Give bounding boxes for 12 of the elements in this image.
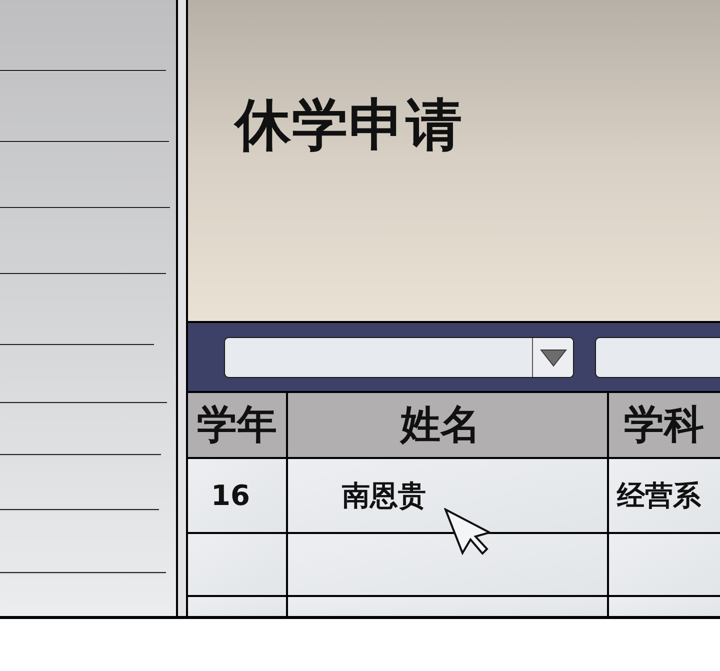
column-header: 学科 [609,393,720,457]
table-cell: 经营系 [609,459,720,532]
column-header: 学年 [188,393,288,457]
dropdown-button[interactable] [532,338,573,377]
dropdown-field[interactable] [224,337,574,378]
table-cell: 南恩贵 [288,459,609,532]
table-cell: 16 [188,459,288,532]
cursor-icon [444,508,491,555]
caret-icon [540,348,566,366]
column-header: 姓名 [288,393,609,457]
text-field[interactable] [595,337,720,378]
form-title: 休学申请 [235,98,463,154]
